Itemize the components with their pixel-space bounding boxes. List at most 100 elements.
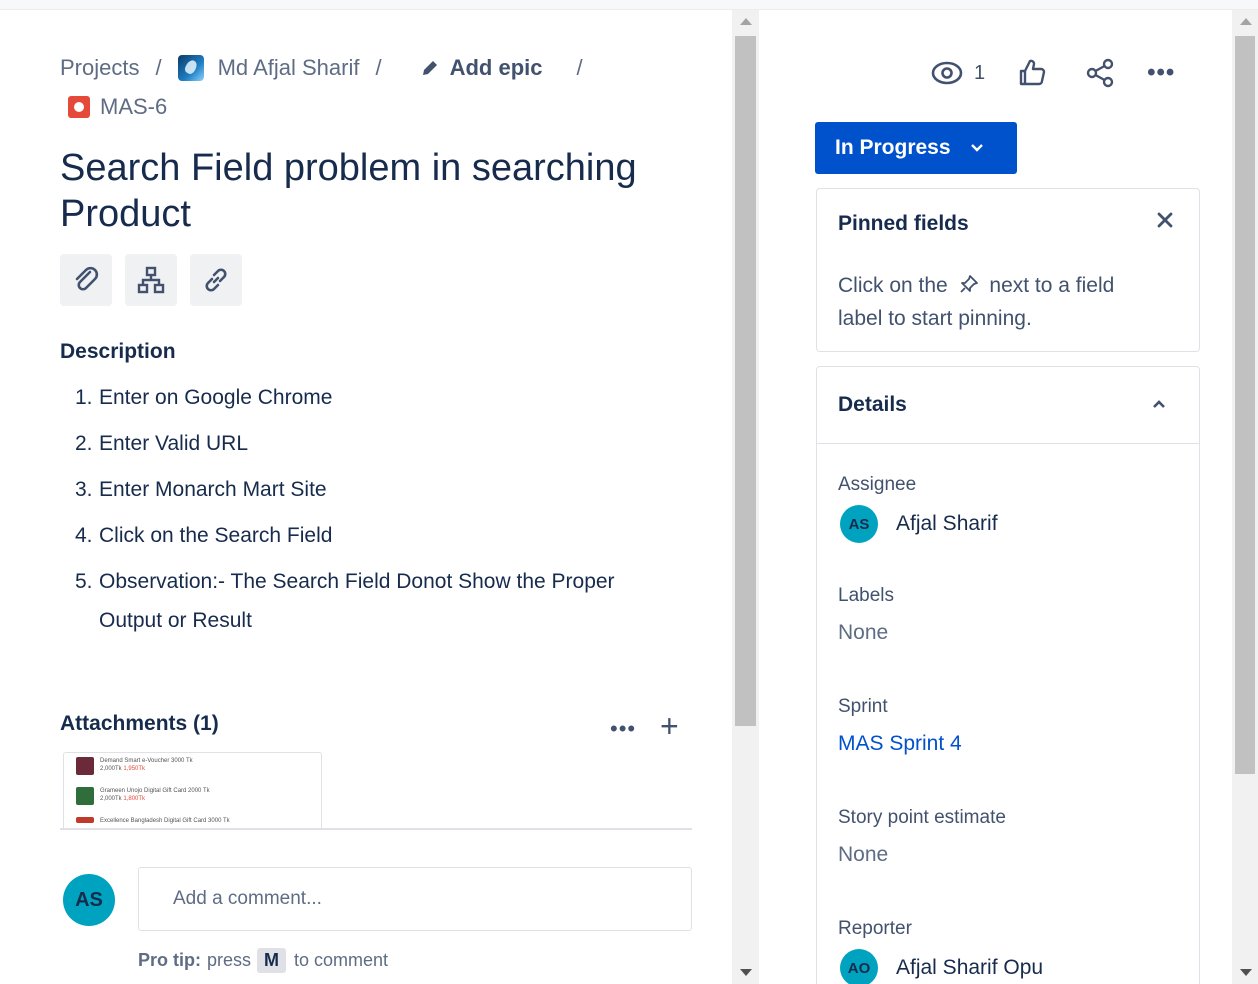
thumbnail-text: Demand Smart e-Voucher 3000 Tk 2,000Tk 1… (100, 757, 193, 773)
link-icon (205, 268, 227, 292)
share-button[interactable] (1083, 56, 1117, 90)
pinned-fields-title: Pinned fields (838, 212, 969, 235)
issue-actions: 1 ••• (930, 56, 1175, 90)
scroll-down-arrow-icon[interactable] (1240, 969, 1252, 976)
breadcrumb: Projects / Md Afjal Sharif / Add epic / … (60, 54, 680, 121)
list-item-text: Enter Valid URL (99, 432, 249, 455)
keyboard-shortcut-key: M (257, 948, 287, 973)
sprint-field[interactable]: MAS Sprint 4 (838, 732, 962, 756)
product-image (76, 757, 94, 775)
add-epic-label: Add epic (449, 55, 543, 80)
thumbnail-new-price: 1,800Tk (123, 796, 146, 802)
attachments-add-button[interactable]: + (660, 708, 679, 745)
list-item-number: 5. (75, 570, 93, 593)
breadcrumb-separator: / (576, 55, 583, 80)
attachments-more-button[interactable]: ••• (610, 716, 636, 742)
reporter-label: Reporter (838, 918, 912, 939)
watch-button[interactable]: 1 (930, 56, 1015, 90)
create-subtask-button[interactable] (125, 254, 177, 306)
issue-toolbar (60, 254, 242, 306)
attach-button[interactable] (60, 254, 112, 306)
link-issue-button[interactable] (190, 254, 242, 306)
details-title: Details (838, 393, 907, 416)
list-item-number: 1. (75, 386, 93, 409)
top-bar (0, 0, 1258, 10)
eye-icon (931, 61, 963, 85)
thumbnail-title: Grameen Unojo Digital Gift Card 2000 Tk (100, 788, 210, 794)
list-item-text: Enter Monarch Mart Site (99, 478, 327, 501)
add-epic-button[interactable]: Add epic (420, 54, 543, 82)
chevron-up-icon[interactable] (1150, 395, 1168, 413)
thumbnail-title: Demand Smart e-Voucher 3000 Tk (100, 758, 193, 764)
attachments-heading: Attachments (1) (60, 712, 219, 735)
share-icon (1086, 58, 1114, 88)
reporter-field[interactable]: AO Afjal Sharif Opu (838, 949, 1043, 984)
assignee-label: Assignee (838, 474, 917, 495)
comment-tip: Pro tip: press M to comment (138, 948, 388, 973)
tip-prefix: Pro tip: (138, 950, 201, 970)
description-list[interactable]: 1. Enter on Google Chrome 2. Enter Valid U… (75, 378, 675, 647)
comment-input[interactable]: Add a comment... (138, 867, 692, 931)
status-transition-button[interactable]: In Progress (815, 122, 1017, 174)
list-item: 4. Click on the Search Field (75, 516, 675, 555)
list-item-number: 4. (75, 524, 93, 547)
avatar: AO (840, 949, 878, 984)
thumbnail-row: Demand Smart e-Voucher 3000 Tk 2,000Tk 1… (64, 753, 321, 783)
story-points-field[interactable]: None (838, 843, 888, 867)
attachment-thumbnail[interactable]: Demand Smart e-Voucher 3000 Tk 2,000Tk 1… (63, 752, 322, 830)
main-panel-scrollbar[interactable] (732, 10, 759, 984)
paperclip-icon (75, 266, 99, 291)
labels-field[interactable]: None (838, 621, 888, 645)
vote-button[interactable] (1015, 56, 1049, 90)
details-header[interactable]: Details (817, 367, 1199, 444)
scroll-down-arrow-icon[interactable] (740, 969, 752, 976)
tip-press: press (207, 950, 252, 970)
issue-title[interactable]: Search Field problem in searching Produc… (60, 145, 700, 237)
chevron-down-icon (970, 144, 983, 152)
avatar: AS (840, 505, 878, 543)
assignee-name: Afjal Sharif (896, 512, 998, 535)
scroll-up-arrow-icon[interactable] (740, 18, 752, 25)
list-item-number: 3. (75, 478, 93, 501)
product-image (76, 787, 94, 805)
thumbnail-old-price: 2,000Tk (100, 796, 122, 802)
scrollbar-thumb[interactable] (1235, 36, 1255, 774)
sidebar-scrollbar[interactable] (1232, 10, 1258, 984)
thumbnail-text: Excellence Bangladesh Digital Gift Card … (100, 817, 230, 825)
thumbnail-row: Grameen Unojo Digital Gift Card 2000 Tk … (64, 783, 321, 813)
thumbnail-title: Excellence Bangladesh Digital Gift Card … (100, 818, 230, 824)
avatar: AS (63, 874, 115, 926)
close-icon[interactable] (1154, 209, 1176, 231)
breadcrumb-separator: / (155, 55, 162, 80)
labels-label: Labels (838, 585, 894, 606)
reporter-name: Afjal Sharif Opu (896, 956, 1044, 979)
tip-suffix: to comment (294, 950, 389, 970)
scroll-up-arrow-icon[interactable] (1240, 18, 1252, 25)
pencil-icon (422, 61, 437, 75)
issue-main-panel: Projects / Md Afjal Sharif / Add epic / … (0, 10, 732, 984)
issue-key-link[interactable]: MAS-6 (100, 93, 167, 121)
thumbnail-new-price: 1,950Tk (123, 766, 146, 772)
sprint-label: Sprint (838, 696, 888, 717)
scrollbar-thumb[interactable] (735, 36, 756, 726)
project-avatar-icon (177, 55, 204, 81)
pinned-fields-card: Pinned fields Click on the next to a fie… (816, 188, 1200, 352)
product-image (76, 817, 94, 823)
divider (60, 828, 692, 830)
description-heading: Description (60, 340, 176, 363)
list-item: 5. Observation:- The Search Field Donot S… (75, 562, 675, 640)
thumbnail-text: Grameen Unojo Digital Gift Card 2000 Tk … (100, 787, 210, 803)
pin-icon (959, 275, 978, 293)
pinned-fields-help: Click on the next to a field label to st… (838, 269, 1158, 335)
pinned-help-before: Click on the (838, 274, 948, 297)
breadcrumb-projects-link[interactable]: Projects (60, 54, 139, 82)
breadcrumb-project-link[interactable]: Md Afjal Sharif (218, 54, 360, 82)
list-item: 2. Enter Valid URL (75, 424, 675, 463)
list-item-text: Observation:- The Search Field Donot Sho… (99, 570, 615, 632)
more-actions-button[interactable]: ••• (1147, 59, 1175, 87)
thumbs-up-icon (1019, 59, 1046, 86)
list-item: 1. Enter on Google Chrome (75, 378, 675, 417)
hierarchy-icon (137, 266, 165, 294)
assignee-field[interactable]: AS Afjal Sharif (838, 505, 998, 543)
bug-issue-type-icon (68, 96, 90, 118)
